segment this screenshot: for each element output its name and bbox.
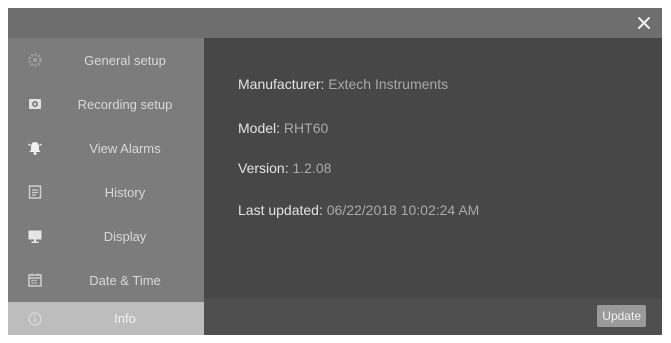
sidebar-item-recording-setup[interactable]: Recording setup	[8, 82, 204, 126]
sidebar-item-label: History	[104, 184, 146, 200]
manufacturer-label: Manufacturer:	[238, 76, 325, 92]
info-panel: Manufacturer: Extech Instruments Model: …	[204, 38, 662, 298]
history-icon	[26, 183, 44, 201]
model-value: RHT60	[283, 120, 329, 136]
sidebar-item-general-setup[interactable]: General setup	[8, 38, 204, 82]
close-button[interactable]	[632, 11, 656, 35]
sidebar-item-label: View Alarms	[89, 140, 161, 156]
model-label: Model:	[238, 120, 281, 136]
monitor-icon	[26, 227, 44, 245]
close-icon	[638, 17, 650, 29]
manufacturer-value: Extech Instruments	[328, 76, 449, 92]
manufacturer-row: Manufacturer: Extech Instruments	[238, 76, 448, 92]
sidebar-item-view-alarms[interactable]: View Alarms	[8, 126, 204, 170]
recording-gear-icon	[26, 95, 44, 113]
settings-sidebar: General setup Recording setup View Alarm…	[8, 38, 204, 335]
sidebar-item-date-time[interactable]: Date & Time	[8, 258, 204, 302]
dialog-titlebar	[8, 8, 662, 38]
model-row: Model: RHT60	[238, 120, 328, 136]
alarm-bell-icon	[26, 139, 44, 157]
last-updated-label: Last updated:	[238, 202, 323, 218]
sidebar-item-history[interactable]: History	[8, 170, 204, 214]
last-updated-value: 06/22/2018 10:02:24 AM	[326, 202, 480, 218]
gear-icon	[26, 51, 44, 69]
dialog-footer: Update	[204, 298, 662, 335]
info-icon	[26, 310, 44, 328]
version-label: Version:	[238, 160, 289, 176]
calendar-icon	[26, 271, 44, 289]
sidebar-item-info[interactable]: Info	[8, 302, 204, 335]
info-dialog: General setup Recording setup View Alarm…	[8, 8, 662, 335]
version-row: Version: 1.2.08	[238, 160, 331, 176]
sidebar-item-label: Date & Time	[89, 272, 161, 288]
sidebar-item-label: Recording setup	[77, 96, 173, 112]
update-button[interactable]: Update	[597, 305, 646, 327]
version-value: 1.2.08	[292, 160, 332, 176]
sidebar-item-label: Info	[114, 311, 136, 326]
sidebar-item-label: Display	[103, 228, 147, 244]
sidebar-item-display[interactable]: Display	[8, 214, 204, 258]
sidebar-item-label: General setup	[84, 52, 166, 68]
last-updated-row: Last updated: 06/22/2018 10:02:24 AM	[238, 202, 479, 218]
